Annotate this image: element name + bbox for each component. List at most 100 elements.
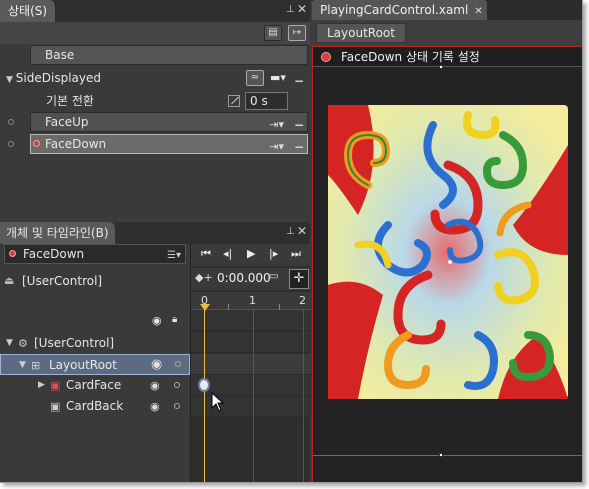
ruler-label: 2 <box>299 294 306 307</box>
state-group-row: ▼ SideDisplayed ≈ ▬▾ − <box>0 67 310 89</box>
breadcrumb[interactable]: LayoutRoot <box>316 23 406 43</box>
document-tab[interactable]: PlayingCardControl.xaml ✕ <box>312 0 487 20</box>
resize-handle[interactable] <box>439 65 443 69</box>
next-frame-icon[interactable]: |▸ <box>269 247 278 260</box>
objects-timeline-panel: 개체 및 타임라인(B) ⊥ ✕ FaceDown ☰▾ ⏏ [UserCont… <box>0 222 311 482</box>
timeline-gridline <box>253 310 254 482</box>
record-icon <box>33 140 40 147</box>
play-icon[interactable]: ▶ <box>247 247 255 260</box>
last-frame-icon[interactable]: ⏭ <box>291 247 301 261</box>
playhead-handle[interactable] <box>200 304 210 311</box>
tree-label: LayoutRoot <box>49 358 117 372</box>
state-indicator-dot <box>8 119 14 125</box>
record-icon[interactable] <box>321 52 331 62</box>
default-transition-row: 기본 전환 0 s <box>0 90 310 112</box>
timeline-area: ⏮ ◂| ▶ |▸ ⏭ ◆+ 0:00.000 ▭ ✛ 0 1 2 <box>190 244 311 482</box>
state-row-facedown[interactable]: FaceDown ⇥▾ − <box>0 133 310 155</box>
objects-panel-header: 개체 및 타임라인(B) ⊥ ✕ <box>0 222 310 244</box>
close-icon[interactable]: ✕ <box>297 2 307 16</box>
blend-window: 상태(S) ⊥ ✕ ▤ ↦ Base ▼ SideDisplayed ≈ ▬▾ … <box>0 0 583 483</box>
state-facedown-label: FaceDown <box>45 137 107 151</box>
default-transition-input[interactable]: 0 s <box>245 92 288 110</box>
timeline-row <box>191 354 311 375</box>
state-row-faceup[interactable]: FaceUp ⇥▾ − <box>0 111 310 133</box>
states-panel-tab[interactable]: 상태(S) <box>0 0 57 22</box>
lock-dot[interactable] <box>174 403 180 409</box>
time-display[interactable]: 0:00.000 <box>217 271 271 285</box>
lock-dot[interactable] <box>175 361 181 367</box>
first-frame-icon[interactable]: ⏮ <box>201 247 211 261</box>
tree-row-cardback[interactable]: ▣ CardBack ◉ <box>0 396 190 417</box>
keyframe[interactable] <box>198 378 210 392</box>
playhead[interactable] <box>204 310 205 482</box>
pin-icon[interactable]: ⊥ <box>286 226 295 237</box>
image-icon: ▣ <box>50 400 61 413</box>
expand-arrow-icon[interactable]: ▼ <box>6 333 13 354</box>
image-icon: ▣ <box>50 379 61 392</box>
eye-header-icon[interactable]: ◉ <box>152 314 162 327</box>
fluid-layout-button[interactable]: ≈ <box>246 70 264 86</box>
zoom-fit-button[interactable]: ✛ <box>289 269 309 289</box>
card-image[interactable] <box>328 105 568 399</box>
expand-arrow-icon[interactable]: ▼ <box>19 355 26 376</box>
resize-handle[interactable] <box>439 453 443 457</box>
tree-row-layoutroot[interactable]: ▼ ⊞ LayoutRoot ◉ <box>0 354 190 375</box>
add-state-button[interactable]: ↦ <box>288 25 306 41</box>
tree-label: [UserControl] <box>34 336 115 350</box>
eye-icon[interactable]: ◉ <box>150 396 160 417</box>
objects-panel-tab[interactable]: 개체 및 타임라인(B) <box>0 222 115 244</box>
add-state-group-button[interactable]: ▤ <box>264 25 282 41</box>
document-tab-title: PlayingCardControl.xaml <box>320 3 469 17</box>
lock-header-icon[interactable]: 🔒︎ <box>172 314 177 325</box>
state-indicator-dot <box>8 141 14 147</box>
storyboard-list-icon[interactable]: ☰▾ <box>167 247 181 265</box>
recording-bar: FaceDown 상태 기록 설정 <box>313 47 582 67</box>
state-group-label: SideDisplayed <box>15 71 101 85</box>
scope-label: [UserControl] <box>22 274 103 288</box>
timeline-row <box>191 332 311 353</box>
state-group-name[interactable]: ▼ SideDisplayed <box>6 67 101 91</box>
record-icon <box>9 250 16 257</box>
default-transition-label: 기본 전환 <box>46 94 94 108</box>
previous-frame-icon[interactable]: ◂| <box>223 247 232 260</box>
breadcrumb-bar: LayoutRoot <box>312 20 582 46</box>
ruler-label: 1 <box>249 294 256 307</box>
remove-group-icon[interactable]: − <box>294 70 304 92</box>
state-facedown[interactable]: FaceDown <box>30 134 308 154</box>
transition-easing-icon[interactable] <box>228 95 240 107</box>
current-state-bar[interactable]: FaceDown ☰▾ <box>4 244 186 264</box>
snap-ruler-icon[interactable]: ▭ <box>269 271 278 282</box>
remove-state-icon[interactable]: − <box>294 136 304 158</box>
current-state-name: FaceDown <box>23 247 85 261</box>
usercontrol-icon: ⚙ <box>18 337 28 350</box>
tree-label: CardBack <box>66 399 124 413</box>
expand-arrow-icon[interactable]: ▶ <box>38 375 45 396</box>
grid-icon: ⊞ <box>31 359 41 372</box>
state-faceup[interactable]: FaceUp <box>30 112 308 132</box>
eye-icon[interactable]: ◉ <box>151 354 162 375</box>
states-panel-header: 상태(S) ⊥ ✕ <box>0 0 310 22</box>
timeline-gridline <box>303 310 304 482</box>
add-keyframe-icon[interactable]: ◆+ <box>195 271 213 284</box>
recording-label: FaceDown 상태 기록 설정 <box>341 50 480 64</box>
lock-dot[interactable] <box>174 382 180 388</box>
scope-row[interactable]: ⏏ [UserControl] <box>0 270 190 292</box>
pin-icon[interactable]: ⊥ <box>286 4 295 15</box>
tree-row-usercontrol[interactable]: ▼ ⚙ [UserControl] <box>0 333 190 354</box>
eye-icon[interactable]: ◉ <box>150 375 160 396</box>
scope-up-icon[interactable]: ⏏ <box>4 270 14 292</box>
close-icon[interactable]: ✕ <box>297 224 307 238</box>
design-canvas[interactable]: FaceDown 상태 기록 설정 <box>312 46 582 482</box>
center-handle[interactable] <box>448 260 452 264</box>
base-state-row[interactable]: Base <box>0 44 310 66</box>
add-transition-icon[interactable]: ⇥▾ <box>269 136 284 158</box>
base-state[interactable]: Base <box>30 45 308 65</box>
mouse-cursor-icon <box>211 392 225 412</box>
tree-row-cardface[interactable]: ▶ ▣ CardFace ◉ <box>0 375 190 396</box>
close-tab-icon[interactable]: ✕ <box>474 6 482 17</box>
add-state-icon[interactable]: ▬▾ <box>270 67 286 89</box>
collapse-arrow-icon[interactable]: ▼ <box>6 75 16 85</box>
playback-controls: ⏮ ◂| ▶ |▸ ⏭ <box>191 244 311 266</box>
states-toolbar: ▤ ↦ <box>0 22 310 44</box>
states-panel: 상태(S) ⊥ ✕ ▤ ↦ Base ▼ SideDisplayed ≈ ▬▾ … <box>0 0 310 218</box>
